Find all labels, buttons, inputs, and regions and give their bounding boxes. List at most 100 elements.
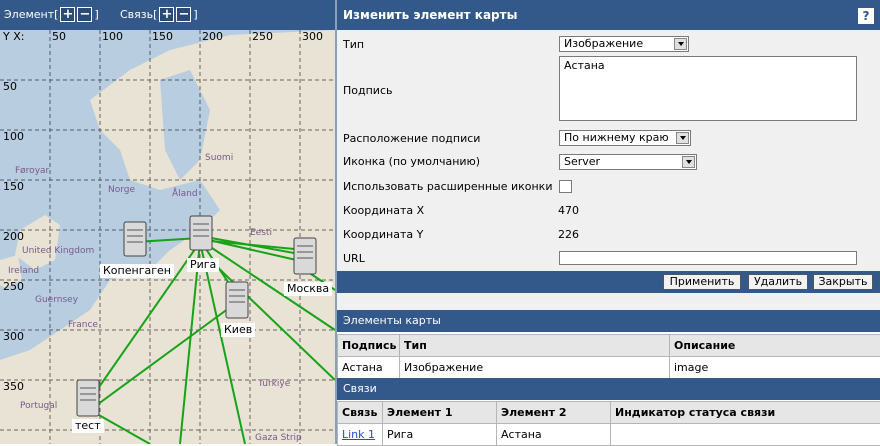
network-map[interactable]: Y X: 50 100 150 200 250 300 50 100 150 2… (0, 30, 335, 444)
column-header: Подпись (338, 335, 400, 357)
y-tick: 150 (3, 180, 24, 193)
spacer (337, 293, 880, 310)
place-name: Eesti (250, 228, 272, 238)
editor-form: Тип Изображение Подпись Астана Расположе… (337, 30, 880, 271)
x-tick: 150 (152, 30, 173, 43)
editor-title: Изменить элемент карты (343, 8, 517, 22)
elements-table: Подпись Тип Описание Астана Изображение … (337, 334, 880, 379)
help-icon[interactable]: ? (858, 8, 874, 24)
caption-position-select[interactable]: По нижнему краю (559, 130, 691, 146)
column-header: Индикатор статуса связи (611, 402, 880, 424)
column-header: Связь (338, 402, 383, 424)
server-icon[interactable] (226, 282, 248, 318)
element-bracket: ] (94, 8, 98, 21)
place-name: France (68, 320, 98, 330)
table-cell: Рига (383, 424, 497, 446)
server-icon[interactable] (77, 380, 99, 416)
icon-select-value: Server (564, 155, 600, 168)
editor-header: Изменить элемент карты ? (337, 0, 880, 30)
y-tick: 300 (3, 330, 24, 343)
link-1-link[interactable]: Link 1 (342, 428, 375, 441)
x-tick: 200 (202, 30, 223, 43)
table-row[interactable]: Астана Изображение image (338, 357, 880, 379)
server-icon[interactable] (294, 238, 316, 274)
server-icon[interactable] (124, 222, 146, 256)
column-header: Элемент 2 (497, 402, 611, 424)
caption-position-value: По нижнему краю (564, 131, 669, 144)
table-cell: Астана (497, 424, 611, 446)
url-label: URL (343, 252, 365, 265)
x-coordinate-value: 470 (558, 204, 579, 217)
dropdown-arrow-icon (682, 156, 695, 168)
y-tick: 100 (3, 130, 24, 143)
node-label[interactable]: Рига (187, 258, 219, 272)
table-cell (611, 424, 880, 446)
place-name: Guernsey (35, 295, 79, 305)
place-name: Türkiye (257, 379, 291, 389)
type-select[interactable]: Изображение (559, 36, 689, 52)
place-name: Norge (108, 185, 135, 195)
caption-label: Подпись (343, 84, 392, 97)
delete-button[interactable]: Удалить (748, 274, 808, 290)
y-tick: 350 (3, 380, 24, 393)
caption-textarea[interactable]: Астана (559, 56, 857, 121)
column-header: Описание (670, 335, 880, 357)
y-tick: 50 (3, 80, 17, 93)
y-coordinate-label: Координата Y (343, 228, 423, 241)
add-element-button[interactable]: + (60, 7, 75, 22)
y-coordinate-value: 226 (558, 228, 579, 241)
advanced-icons-checkbox[interactable] (559, 180, 572, 193)
elements-section-header: Элементы карты (337, 310, 880, 332)
remove-element-button[interactable]: − (77, 7, 92, 22)
links-section-header: Связи (337, 378, 880, 400)
place-name: Suomi (205, 153, 233, 163)
table-header-row: Связь Элемент 1 Элемент 2 Индикатор стат… (338, 402, 880, 424)
y-tick: 250 (3, 280, 24, 293)
table-header-row: Подпись Тип Описание (338, 335, 880, 357)
x-tick: 50 (52, 30, 66, 43)
x-tick: 250 (252, 30, 273, 43)
dropdown-arrow-icon (674, 38, 687, 50)
table-row[interactable]: Link 1 Рига Астана (338, 424, 880, 446)
x-tick: 100 (102, 30, 123, 43)
apply-button[interactable]: Применить (663, 274, 741, 290)
node-label[interactable]: тест (72, 419, 104, 433)
advanced-icons-label: Использовать расширенные иконки (343, 180, 552, 193)
url-input[interactable] (559, 251, 857, 265)
element-controls: Элемент[ + − ] (4, 7, 99, 22)
table-cell: Изображение (400, 357, 670, 379)
table-cell: Link 1 (338, 424, 383, 446)
element-editor-panel: Изменить элемент карты ? Тип Изображение… (335, 0, 880, 444)
map-toolbar: Элемент[ + − ] Связь[ + − ] (0, 0, 335, 30)
caption-position-label: Расположение подписи (343, 132, 480, 145)
close-button[interactable]: Закрыть (813, 274, 873, 290)
type-select-value: Изображение (564, 37, 643, 50)
link-label: Связь[ (120, 8, 157, 21)
axis-corner-label: Y X: (2, 30, 24, 43)
place-name: Portugal (20, 401, 57, 411)
remove-link-button[interactable]: − (176, 7, 191, 22)
table-cell: Астана (338, 357, 400, 379)
place-name: Åland (172, 187, 198, 199)
node-label[interactable]: Москва (284, 282, 332, 296)
place-name: Ireland (8, 266, 39, 276)
map-canvas: Y X: 50 100 150 200 250 300 50 100 150 2… (0, 30, 335, 444)
y-tick: 200 (3, 230, 24, 243)
icon-select[interactable]: Server (559, 154, 697, 170)
place-name: United Kingdom (22, 246, 94, 256)
place-name: Gaza Strip (255, 433, 302, 443)
dropdown-arrow-icon (676, 132, 689, 144)
icon-label: Иконка (по умолчанию) (343, 155, 480, 168)
server-icon[interactable] (190, 216, 212, 250)
add-link-button[interactable]: + (159, 7, 174, 22)
place-name: Føroyar (15, 166, 50, 176)
link-controls: Связь[ + − ] (120, 7, 198, 22)
table-cell: image (670, 357, 880, 379)
node-label[interactable]: Киев (221, 323, 255, 337)
node-label[interactable]: Копенгаген (100, 264, 174, 278)
editor-buttons: Применить Удалить Закрыть (337, 271, 880, 293)
element-label: Элемент[ (4, 8, 58, 21)
column-header: Элемент 1 (383, 402, 497, 424)
links-table: Связь Элемент 1 Элемент 2 Индикатор стат… (337, 401, 880, 446)
link-bracket: ] (193, 8, 197, 21)
